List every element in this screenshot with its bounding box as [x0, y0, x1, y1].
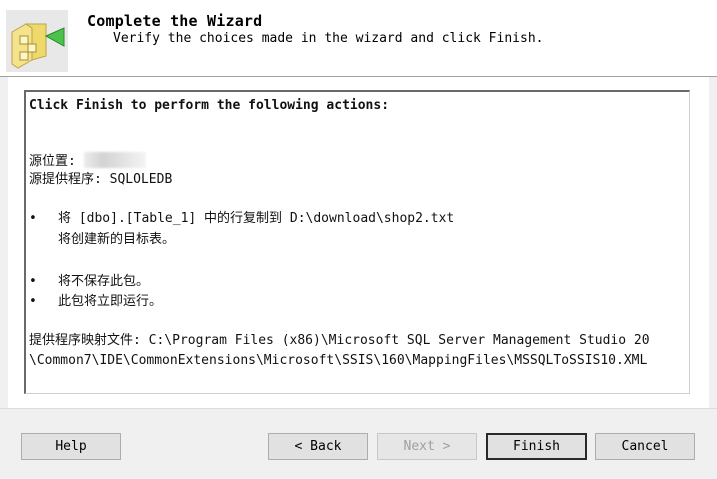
help-button[interactable]: Help	[21, 433, 121, 460]
cancel-button[interactable]: Cancel	[595, 433, 695, 460]
back-button[interactable]: < Back	[268, 433, 368, 460]
source-provider-line: 源提供程序: SQLOLEDB	[29, 172, 173, 187]
wizard-header: Complete the Wizard Verify the choices m…	[0, 0, 717, 77]
create-table-line: 将创建新的目标表。	[58, 232, 176, 247]
bullet-icon: •	[29, 211, 37, 226]
bullet-icon: •	[29, 274, 37, 289]
wizard-icon	[6, 10, 68, 72]
mapping-file-line-1: 提供程序映射文件: C:\Program Files (x86)\Microso…	[29, 333, 650, 348]
next-button[interactable]: Next >	[377, 433, 477, 460]
copy-rows-line: 将 [dbo].[Table_1] 中的行复制到 D:\download\sho…	[58, 211, 455, 226]
summary-textbox[interactable]: Click Finish to perform the following ac…	[24, 90, 690, 394]
mapping-file-line-2: \Common7\IDE\CommonExtensions\Microsoft\…	[29, 353, 648, 368]
source-location-label: 源位置:	[29, 154, 76, 169]
source-location-line: 源位置:	[29, 152, 146, 170]
page-subtitle: Verify the choices made in the wizard an…	[113, 31, 544, 46]
finish-button[interactable]: Finish	[486, 433, 587, 460]
page-title: Complete the Wizard	[87, 12, 263, 30]
not-save-package-line: 将不保存此包。	[58, 274, 150, 289]
summary-heading: Click Finish to perform the following ac…	[29, 98, 390, 113]
redacted-server-name	[83, 152, 146, 168]
bullet-icon: •	[29, 294, 37, 309]
run-immediately-line: 此包将立即运行。	[58, 294, 163, 309]
footer-divider	[0, 408, 717, 409]
